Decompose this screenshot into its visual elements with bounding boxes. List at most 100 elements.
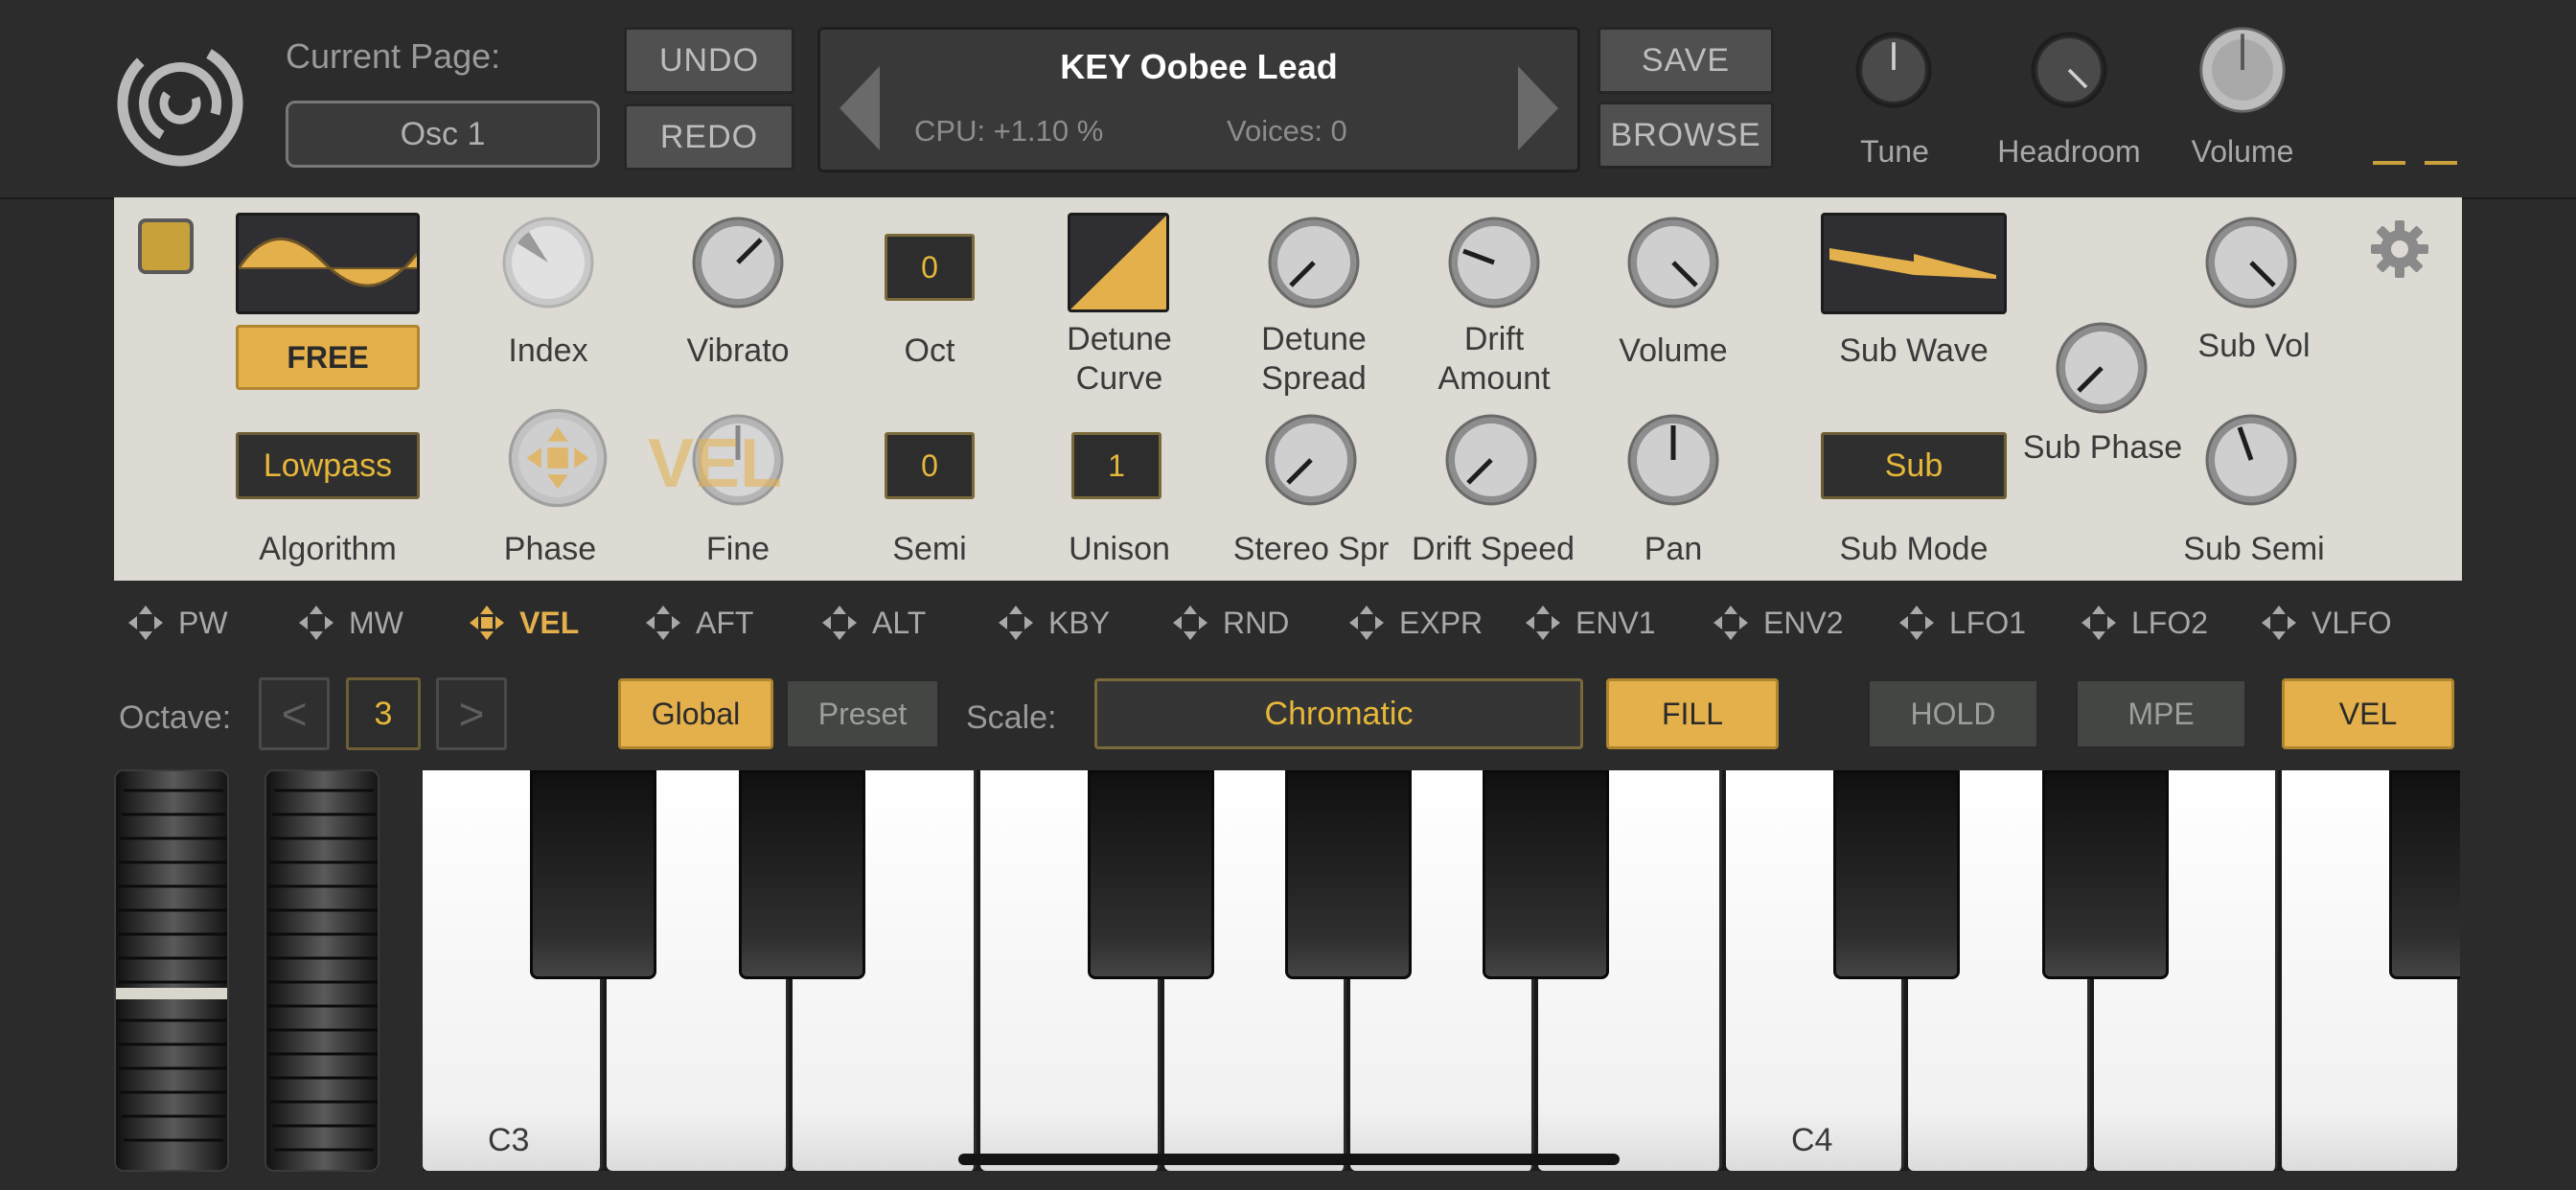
mod-source-label: KBY bbox=[1048, 605, 1111, 640]
oct-value-box[interactable]: 0 bbox=[885, 234, 975, 301]
algorithm-select[interactable]: Lowpass bbox=[236, 432, 420, 499]
mod-source-label: ALT bbox=[872, 605, 927, 640]
waveform-display[interactable] bbox=[236, 213, 420, 314]
detune-spread-knob[interactable] bbox=[1266, 215, 1362, 310]
mod-source-env1[interactable]: ENV1 bbox=[1524, 594, 1656, 652]
algorithm-label: Algorithm bbox=[259, 531, 397, 567]
phase-label: Phase bbox=[503, 531, 597, 567]
detune-spread-label-line1: Detune bbox=[1261, 321, 1367, 357]
browse-button[interactable]: BROWSE bbox=[1598, 102, 1774, 169]
unison-value-box[interactable]: 1 bbox=[1071, 432, 1162, 499]
octave-value: 3 bbox=[346, 677, 421, 750]
gear-icon[interactable] bbox=[2369, 218, 2430, 280]
pitch-bend-wheel[interactable] bbox=[114, 769, 229, 1172]
vibrato-knob[interactable] bbox=[690, 215, 786, 310]
fine-label: Fine bbox=[705, 531, 770, 567]
move-arrows-icon bbox=[1526, 606, 1560, 640]
black-key[interactable] bbox=[1285, 770, 1412, 979]
mod-source-label: VLFO bbox=[2312, 605, 2392, 640]
octave-down-button[interactable]: < bbox=[259, 677, 330, 750]
mod-source-expr[interactable]: EXPR bbox=[1347, 594, 1483, 652]
osc-enable-checkbox[interactable] bbox=[138, 218, 194, 274]
volume-knob[interactable] bbox=[2197, 25, 2288, 115]
mod-source-mw[interactable]: MW bbox=[297, 594, 403, 652]
preset-name: KEY Oobee Lead bbox=[1060, 47, 1338, 86]
black-key[interactable] bbox=[2389, 770, 2460, 979]
mod-source-aft[interactable]: AFT bbox=[644, 594, 753, 652]
pan-knob[interactable] bbox=[1625, 412, 1721, 508]
octave-up-button[interactable]: > bbox=[436, 677, 507, 750]
cpu-readout: CPU: +1.10 % bbox=[914, 114, 1104, 148]
top-bar: Current Page: Osc 1 UNDO REDO KEY Oobee … bbox=[0, 0, 2576, 199]
tune-knob[interactable] bbox=[1851, 27, 1937, 113]
free-button[interactable]: FREE bbox=[236, 325, 420, 390]
osc-volume-knob[interactable] bbox=[1625, 215, 1721, 310]
mod-source-label: ENV2 bbox=[1763, 605, 1844, 640]
detune-curve-display[interactable] bbox=[1068, 213, 1169, 312]
mod-source-label: ENV1 bbox=[1576, 605, 1656, 640]
osc-volume-label: Volume bbox=[1619, 332, 1728, 369]
black-key[interactable] bbox=[2042, 770, 2169, 979]
key-label-c4: C4 bbox=[1791, 1122, 1833, 1158]
preset-button[interactable]: Preset bbox=[785, 678, 940, 749]
redo-button[interactable]: REDO bbox=[624, 103, 794, 171]
oct-label: Oct bbox=[904, 332, 955, 369]
mod-source-lfo2[interactable]: LFO2 bbox=[2080, 594, 2208, 652]
sub-wave-display[interactable] bbox=[1821, 213, 2007, 314]
black-key[interactable] bbox=[739, 770, 865, 979]
velocity-button[interactable]: VEL bbox=[2282, 678, 2454, 749]
mod-source-alt[interactable]: ALT bbox=[820, 594, 926, 652]
piano-keyboard: C3 C4 bbox=[423, 770, 2460, 1171]
scale-select[interactable]: Chromatic bbox=[1094, 678, 1583, 749]
black-key[interactable] bbox=[1088, 770, 1214, 979]
home-indicator bbox=[958, 1154, 1620, 1165]
mpe-button[interactable]: MPE bbox=[2075, 678, 2247, 749]
stereo-spread-label: Stereo Spr bbox=[1232, 531, 1390, 567]
sub-volume-knob[interactable] bbox=[2203, 215, 2299, 310]
sub-mode-select[interactable]: Sub bbox=[1821, 432, 2007, 499]
global-button[interactable]: Global bbox=[618, 678, 773, 749]
stereo-spread-knob[interactable] bbox=[1263, 412, 1359, 508]
sub-semi-knob[interactable] bbox=[2203, 412, 2299, 508]
move-arrows-icon bbox=[2082, 606, 2116, 640]
mod-source-label: AFT bbox=[696, 605, 754, 640]
mod-source-rnd[interactable]: RND bbox=[1171, 594, 1289, 652]
undo-button[interactable]: UNDO bbox=[624, 27, 794, 94]
waveform-shape bbox=[239, 237, 417, 287]
current-page-select[interactable]: Osc 1 bbox=[286, 101, 600, 168]
black-key[interactable] bbox=[1483, 770, 1609, 979]
move-arrows-icon bbox=[1899, 606, 1934, 640]
hold-button[interactable]: HOLD bbox=[1867, 678, 2039, 749]
voices-readout: Voices: 0 bbox=[1227, 114, 1347, 148]
index-knob[interactable] bbox=[500, 215, 596, 310]
semi-value-box[interactable]: 0 bbox=[885, 432, 975, 499]
black-key[interactable] bbox=[530, 770, 656, 979]
mod-source-pw[interactable]: PW bbox=[126, 594, 228, 652]
fill-button[interactable]: FILL bbox=[1606, 678, 1779, 749]
sub-wave-label: Sub Wave bbox=[1839, 332, 1989, 369]
detune-curve-shape bbox=[1070, 216, 1166, 309]
mod-wheel[interactable] bbox=[264, 769, 380, 1172]
headroom-label: Headroom bbox=[1997, 134, 2141, 169]
semi-label: Semi bbox=[892, 531, 967, 567]
phase-knob[interactable] bbox=[506, 406, 610, 510]
move-arrows-icon bbox=[1173, 606, 1208, 640]
black-key[interactable] bbox=[1833, 770, 1960, 979]
move-arrows-icon bbox=[128, 606, 163, 640]
sub-phase-label: Sub Phase bbox=[2022, 429, 2183, 466]
mod-source-lfo1[interactable]: LFO1 bbox=[1898, 594, 2026, 652]
move-arrows-icon bbox=[1714, 606, 1748, 640]
save-button[interactable]: SAVE bbox=[1598, 27, 1774, 94]
mod-source-kby[interactable]: KBY bbox=[997, 594, 1110, 652]
vibrato-label: Vibrato bbox=[686, 332, 790, 369]
mod-source-env2[interactable]: ENV2 bbox=[1712, 594, 1844, 652]
headroom-knob[interactable] bbox=[2026, 27, 2112, 113]
drift-amount-knob[interactable] bbox=[1446, 215, 1542, 310]
tune-label: Tune bbox=[1860, 134, 1929, 169]
indicator-dash bbox=[2373, 161, 2405, 165]
sub-phase-knob[interactable] bbox=[2054, 320, 2150, 416]
mod-source-vel[interactable]: VEL bbox=[468, 594, 579, 652]
drift-speed-knob[interactable] bbox=[1443, 412, 1539, 508]
mod-source-vlfo[interactable]: VLFO bbox=[2260, 594, 2392, 652]
next-preset-arrow-icon[interactable] bbox=[1518, 66, 1558, 150]
